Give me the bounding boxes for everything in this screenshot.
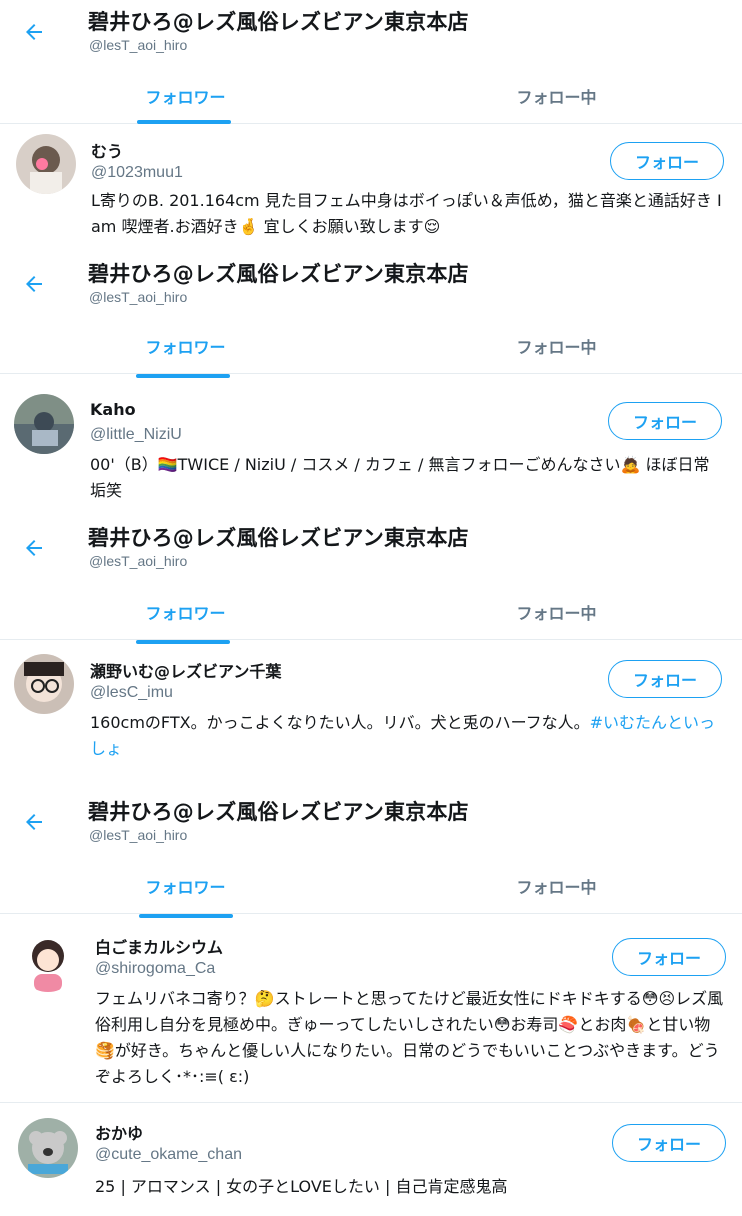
- page-title: 碧井ひろ@レズ風俗レズビアン東京本店: [88, 10, 469, 34]
- tab-following[interactable]: フォロー中: [371, 584, 742, 640]
- user-cell[interactable]: 瀬野いむ@レズビアン千葉 @lesC_imu フォロー 160cmのFTX。かっ…: [0, 646, 742, 776]
- user-cell[interactable]: おかゆ @cute_okame_chan フォロー 25 | アロマンス | 女…: [0, 1104, 742, 1216]
- user-name[interactable]: 瀬野いむ@レズビアン千葉: [90, 658, 281, 682]
- page-handle: @lesT_aoi_hiro: [89, 289, 188, 305]
- profile-header: 碧井ひろ@レズ風俗レズビアン東京本店 @lesT_aoi_hiro: [0, 792, 742, 852]
- follow-button[interactable]: フォロー: [608, 402, 722, 440]
- profile-header: 碧井ひろ@レズ風俗レズビアン東京本店 @lesT_aoi_hiro: [0, 518, 742, 578]
- page-handle: @lesT_aoi_hiro: [89, 553, 188, 569]
- user-handle[interactable]: @lesC_imu: [90, 684, 173, 702]
- tab-following[interactable]: フォロー中: [371, 68, 742, 124]
- tab-followers[interactable]: フォロワー: [0, 318, 371, 374]
- tab-bar: フォロワー フォロー中: [0, 584, 742, 644]
- back-button[interactable]: [16, 530, 52, 566]
- avatar[interactable]: [14, 654, 74, 714]
- follow-button[interactable]: フォロー: [610, 142, 724, 180]
- user-name[interactable]: Kaho: [90, 400, 136, 419]
- user-name[interactable]: むう: [91, 138, 123, 162]
- tab-bar: フォロワー フォロー中: [0, 858, 742, 918]
- page-handle: @lesT_aoi_hiro: [89, 37, 188, 53]
- arrow-left-icon: [26, 814, 42, 830]
- profile-header: 碧井ひろ@レズ風俗レズビアン東京本店 @lesT_aoi_hiro: [0, 254, 742, 314]
- tab-followers[interactable]: フォロワー: [0, 68, 371, 124]
- active-tab-indicator: [137, 120, 231, 124]
- arrow-left-icon: [26, 540, 42, 556]
- user-bio: フェムリバネコ寄り？🤔ストレートと思ってたけど最近女性にドキドキする😳😣レズ風俗…: [95, 989, 724, 1086]
- page-handle: @lesT_aoi_hiro: [89, 827, 188, 843]
- avatar[interactable]: [18, 932, 78, 992]
- profile-header: 碧井ひろ@レズ風俗レズビアン東京本店 @lesT_aoi_hiro: [0, 2, 742, 62]
- active-tab-indicator: [139, 914, 233, 918]
- user-name[interactable]: おかゆ: [95, 1120, 143, 1144]
- tab-following[interactable]: フォロー中: [371, 858, 742, 914]
- user-handle[interactable]: @1023muu1: [91, 164, 183, 182]
- back-button[interactable]: [16, 804, 52, 840]
- tab-bar: フォロワー フォロー中: [0, 318, 742, 378]
- user-name[interactable]: 白ごまカルシウム: [95, 934, 223, 958]
- user-handle[interactable]: @shirogoma_Ca: [95, 960, 215, 978]
- arrow-left-icon: [26, 24, 42, 40]
- page-title: 碧井ひろ@レズ風俗レズビアン東京本店: [88, 526, 469, 550]
- avatar[interactable]: [14, 394, 74, 454]
- avatar[interactable]: [16, 134, 76, 194]
- user-bio: 00'（B）🏳️‍🌈TWICE / NiziU / コスメ / カフェ / 無言…: [90, 455, 710, 500]
- user-cell[interactable]: むう @1023muu1 フォロー L寄りのB. 201.164cm 見た目フェ…: [0, 126, 742, 244]
- user-handle[interactable]: @little_NiziU: [90, 426, 182, 444]
- active-tab-indicator: [136, 374, 230, 378]
- bio-text: 160cmのFTX。かっこよくなりたい人。リバ。犬と兎のハーフな人。: [90, 713, 590, 732]
- tab-following[interactable]: フォロー中: [371, 318, 742, 374]
- tab-followers[interactable]: フォロワー: [0, 858, 371, 914]
- active-tab-indicator: [136, 640, 230, 644]
- user-bio: L寄りのB. 201.164cm 見た目フェム中身はボイっぽい＆声低め，猫と音楽…: [91, 191, 722, 236]
- user-cell[interactable]: Kaho @little_NiziU フォロー 00'（B）🏳️‍🌈TWICE …: [0, 382, 742, 500]
- divider: [0, 1102, 742, 1103]
- user-handle[interactable]: @cute_okame_chan: [95, 1146, 242, 1164]
- page-title: 碧井ひろ@レズ風俗レズビアン東京本店: [88, 262, 469, 286]
- follow-button[interactable]: フォロー: [612, 938, 726, 976]
- user-cell[interactable]: 白ごまカルシウム @shirogoma_Ca フォロー フェムリバネコ寄り？🤔ス…: [0, 922, 742, 1102]
- tab-followers[interactable]: フォロワー: [0, 584, 371, 640]
- avatar[interactable]: [18, 1118, 78, 1178]
- page-title: 碧井ひろ@レズ風俗レズビアン東京本店: [88, 800, 469, 824]
- arrow-left-icon: [26, 276, 42, 292]
- back-button[interactable]: [16, 14, 52, 50]
- tab-bar: フォロワー フォロー中: [0, 68, 742, 124]
- back-button[interactable]: [16, 266, 52, 302]
- user-bio: 25 | アロマンス | 女の子とLOVEしたい | 自己肯定感鬼高: [95, 1177, 508, 1196]
- user-bio: 160cmのFTX。かっこよくなりたい人。リバ。犬と兎のハーフな人。#いむたんと…: [90, 710, 725, 762]
- follow-button[interactable]: フォロー: [612, 1124, 726, 1162]
- follow-button[interactable]: フォロー: [608, 660, 722, 698]
